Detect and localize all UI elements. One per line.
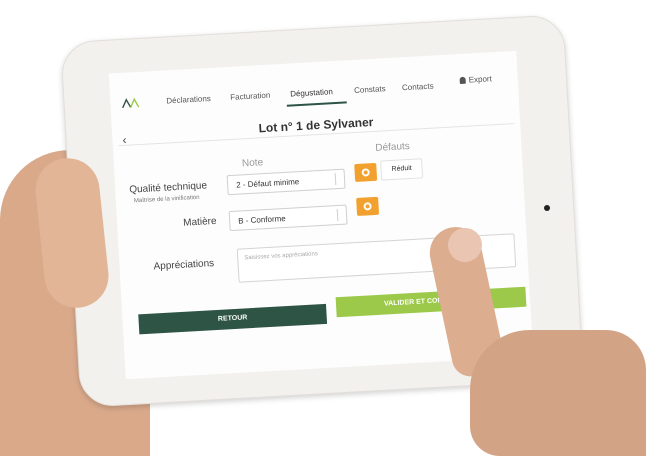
tab-constats[interactable]: Constats [354, 84, 386, 95]
export-label: Export [468, 74, 493, 85]
matiere-value: B - Conforme [237, 213, 286, 226]
note-column-header: Note [241, 157, 264, 170]
tab-declarations[interactable]: Déclarations [166, 94, 211, 105]
tab-facturation[interactable]: Facturation [230, 91, 270, 102]
valider-button[interactable]: VALIDER ET CONT [335, 286, 527, 318]
appreciations-label: Appréciations [153, 258, 215, 273]
retour-button[interactable]: RETOUR [138, 303, 328, 335]
qualite-technique-defect-button[interactable] [354, 162, 378, 183]
qualite-technique-value: 2 - Défaut minime [235, 177, 300, 190]
defect-chip[interactable]: Réduit [380, 158, 424, 181]
qualite-technique-label: Qualité technique [129, 180, 208, 196]
tab-degustation[interactable]: Dégustation [290, 87, 333, 98]
active-tab-indicator [286, 101, 347, 107]
tab-contacts[interactable]: Contacts [402, 82, 434, 93]
defauts-column-header: Défauts [375, 140, 411, 154]
camera-icon [544, 205, 550, 211]
qualite-technique-sublabel: Maîtrise de la vinification [133, 194, 200, 205]
logo-icon [122, 97, 140, 109]
chevron-down-icon [336, 208, 344, 222]
qualite-technique-select[interactable]: 2 - Défaut minime [226, 168, 346, 196]
gear-icon [363, 202, 372, 211]
gear-icon [361, 168, 370, 177]
chevron-down-icon [334, 172, 342, 186]
right-hand [470, 330, 646, 456]
matiere-select[interactable]: B - Conforme [228, 204, 348, 232]
matiere-defect-button[interactable] [356, 196, 380, 216]
export-button[interactable]: Export [459, 74, 492, 85]
user-icon [459, 76, 466, 85]
matiere-label: Matière [182, 215, 217, 229]
